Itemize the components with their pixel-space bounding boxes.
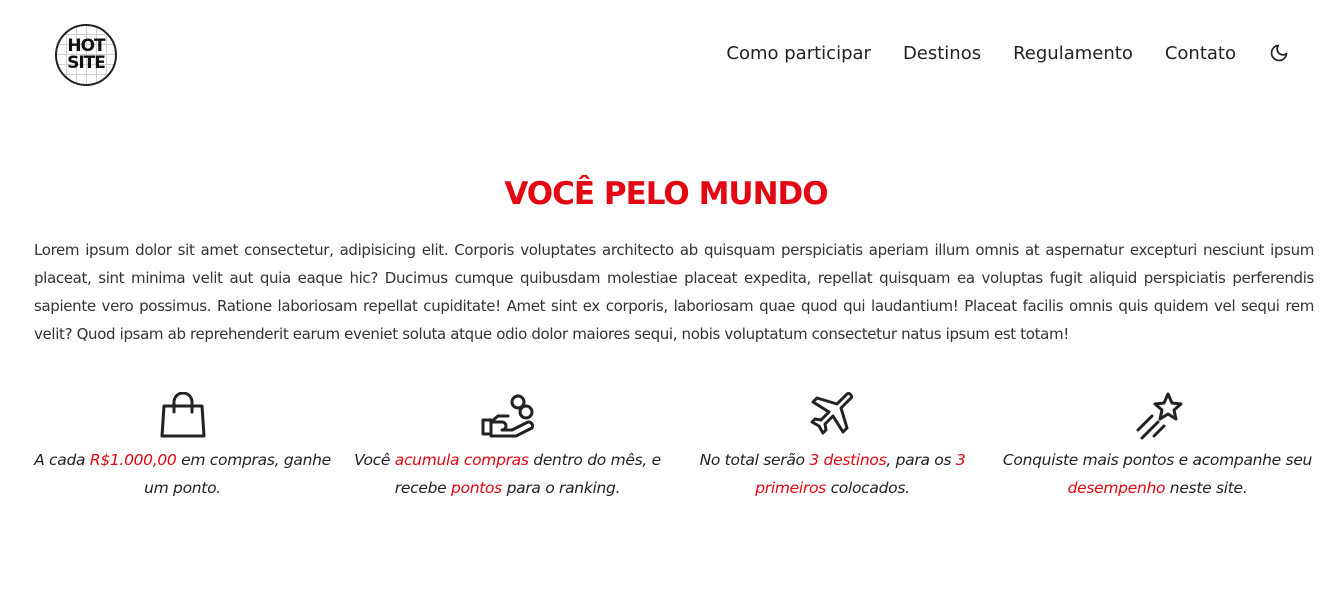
airplane-icon [807, 392, 859, 440]
features-row: A cada R$1.000,00 em compras, ganhe um p… [20, 392, 1320, 502]
nav-link-contato[interactable]: Contato [1165, 43, 1236, 64]
nav-link-regulamento[interactable]: Regulamento [1013, 43, 1133, 64]
feature-text-part: colocados. [825, 479, 910, 497]
feature-item: No total serão 3 destinos, para os 3 pri… [670, 392, 995, 502]
feature-item: Conquiste mais pontos e acompanhe seu de… [995, 392, 1320, 502]
feature-text-part: Conquiste mais pontos e acompanhe seu [1002, 451, 1313, 469]
highlight-text: desempenho [1067, 479, 1166, 497]
logo-line2: SITE [67, 53, 106, 73]
moon-icon[interactable] [1268, 42, 1290, 64]
feature-text: A cada R$1.000,00 em compras, ganhe um p… [28, 446, 338, 502]
highlight-text: 3 destinos [809, 451, 887, 469]
shooting-star-icon [1130, 392, 1186, 440]
nav-link-destinos[interactable]: Destinos [903, 43, 981, 64]
hotsite-logo[interactable]: HOT SITE [55, 24, 117, 86]
feature-text: No total serão 3 destinos, para os 3 pri… [678, 446, 988, 502]
nav-link-como-participar[interactable]: Como participar [726, 43, 871, 64]
site-header: HOT SITE Como participar Destinos Regula… [0, 0, 1332, 106]
feature-text-part: neste site. [1165, 479, 1248, 497]
feature-item: Você acumula compras dentro do mês, e re… [345, 392, 670, 502]
shopping-bag-icon [157, 392, 209, 440]
feature-text-part: A cada [34, 451, 90, 469]
page-title: VOCÊ PELO MUNDO [504, 176, 828, 212]
highlight-text: R$1.000,00 [89, 451, 177, 469]
feature-text-part: , para os [886, 451, 956, 469]
intro-paragraph: Lorem ipsum dolor sit amet consectetur, … [34, 241, 1314, 343]
hand-coins-icon [478, 392, 538, 440]
highlight-text: pontos [450, 479, 502, 497]
highlight-text: acumula compras [394, 451, 529, 469]
feature-text-part: Você [354, 451, 395, 469]
feature-item: A cada R$1.000,00 em compras, ganhe um p… [20, 392, 345, 502]
feature-text: Você acumula compras dentro do mês, e re… [353, 446, 663, 502]
feature-text: Conquiste mais pontos e acompanhe seu de… [1003, 446, 1313, 502]
main-nav: Como participar Destinos Regulamento Con… [726, 38, 1332, 68]
feature-text-part: para o ranking. [501, 479, 621, 497]
feature-text-part: No total serão [699, 451, 810, 469]
